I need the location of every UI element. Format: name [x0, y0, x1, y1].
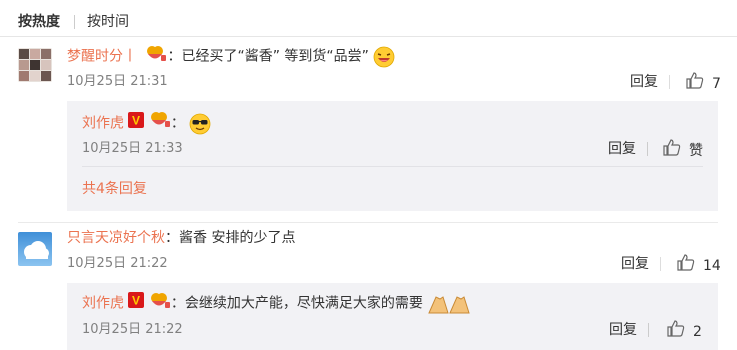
- laughing-emoji-icon: [373, 46, 395, 68]
- reply-button[interactable]: 回复: [609, 320, 637, 340]
- thumbs-up-icon: [667, 320, 685, 343]
- avatar[interactable]: [18, 232, 52, 266]
- avatar[interactable]: [18, 48, 52, 82]
- action-divider: [660, 257, 661, 271]
- tab-divider: [74, 15, 75, 29]
- reply-time: 10月25日 21:33: [82, 141, 183, 156]
- like-count: 7: [712, 75, 721, 92]
- like-label: 赞: [689, 142, 703, 159]
- reply-time: 10月25日 21:22: [82, 322, 183, 337]
- comment-line: 只言天凉好个秋：酱香 安排的少了点: [67, 227, 295, 249]
- fan-badge-icon: [145, 44, 167, 69]
- reply-line: 刘作虎 V ：: [82, 110, 211, 136]
- fan-badge-icon: [149, 291, 171, 316]
- comment-time: 10月25日 21:31: [67, 74, 168, 89]
- colon: ：: [167, 48, 182, 65]
- comment-line: 梦醒时分丨 ：已经买了“酱香” 等到货“品尝”: [67, 44, 395, 69]
- tabs-divider-line: [0, 36, 737, 37]
- like-button[interactable]: 赞: [663, 139, 703, 162]
- svg-text:V: V: [132, 294, 140, 308]
- colon: ：: [165, 230, 179, 246]
- action-divider: [669, 75, 670, 89]
- action-divider: [648, 323, 649, 337]
- reply-text: 会继续加大产能，尽快满足大家的需要: [184, 295, 423, 312]
- tab-time[interactable]: 按时间: [87, 12, 129, 32]
- like-count: 14: [703, 257, 721, 274]
- comment-text: 已经买了“酱香” 等到货“品尝”: [181, 48, 369, 65]
- reply-username[interactable]: 刘作虎: [82, 296, 124, 312]
- verified-v-badge-icon: V: [128, 292, 145, 315]
- reply-box-divider: [82, 166, 703, 167]
- username[interactable]: 只言天凉好个秋: [67, 230, 165, 246]
- thumbs-up-icon: [677, 254, 695, 277]
- thumbs-up-icon: [663, 139, 681, 162]
- reply-button[interactable]: 回复: [608, 139, 636, 159]
- fan-badge-icon: [149, 110, 171, 137]
- comment-text: 酱香 安排的少了点: [179, 230, 296, 246]
- avatar-image: [18, 48, 52, 82]
- colon: ：: [170, 295, 185, 312]
- like-button[interactable]: 14: [677, 254, 721, 277]
- avatar-image: [18, 232, 52, 266]
- colon: ：: [170, 115, 185, 132]
- like-button[interactable]: 2: [667, 320, 702, 343]
- thumbs-up-icon: [686, 72, 704, 95]
- username[interactable]: 梦醒时分丨: [67, 49, 137, 65]
- like-button[interactable]: 7: [686, 72, 721, 95]
- sort-tabs: 按热度 按时间: [0, 0, 737, 44]
- reply-username[interactable]: 刘作虎: [82, 116, 124, 132]
- comment-separator: [18, 222, 718, 223]
- tab-hot[interactable]: 按热度: [18, 12, 60, 32]
- comment-time: 10月25日 21:22: [67, 256, 168, 271]
- reply-line: 刘作虎 V ：会继续加大产能，尽快满足大家的需要: [82, 291, 471, 313]
- sunglasses-emoji-icon: [189, 113, 211, 135]
- view-more-replies-link[interactable]: 共4条回复: [82, 179, 147, 199]
- clapping-hands-emoji-icon: [427, 293, 471, 315]
- verified-v-badge-icon: V: [128, 111, 145, 137]
- like-count: 2: [693, 323, 702, 340]
- action-divider: [647, 142, 648, 156]
- reply-button[interactable]: 回复: [630, 72, 658, 92]
- svg-text:V: V: [132, 113, 140, 127]
- reply-button[interactable]: 回复: [621, 254, 649, 274]
